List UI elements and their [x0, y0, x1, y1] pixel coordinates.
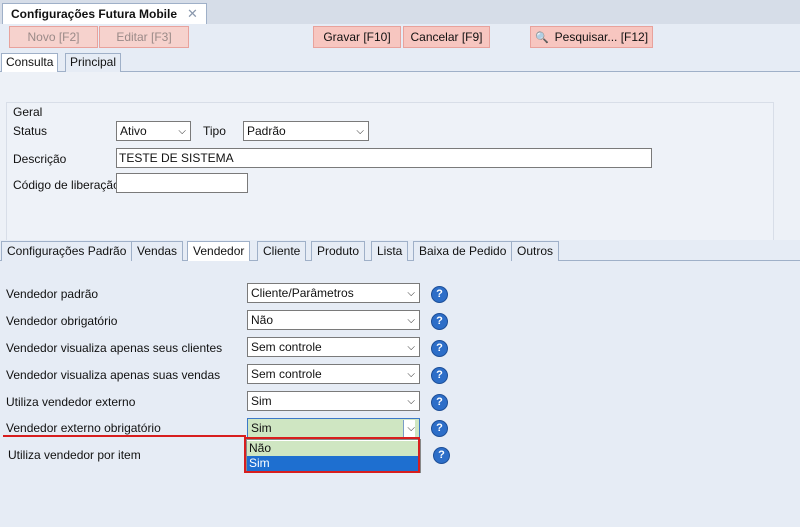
- descricao-label: Descrição: [13, 152, 67, 166]
- tab-cliente[interactable]: Cliente: [257, 241, 307, 261]
- chevron-down-icon: ⌵: [356, 126, 364, 137]
- row-label: Utiliza vendedor por item: [8, 448, 141, 462]
- tab-vendas[interactable]: Vendas: [131, 241, 184, 261]
- chevron-down-icon: ⌵: [407, 342, 415, 353]
- pesquisar-label: Pesquisar... [F12]: [554, 30, 649, 44]
- search-icon: 🔍: [534, 32, 549, 44]
- window-tab[interactable]: Configurações Futura Mobile ✕: [2, 3, 207, 25]
- highlight-underline: [3, 435, 246, 437]
- pesquisar-button[interactable]: 🔍 Pesquisar... [F12]: [530, 26, 653, 48]
- tab-produto[interactable]: Produto: [311, 241, 366, 261]
- row-label: Utiliza vendedor externo: [6, 395, 136, 409]
- row-label: Vendedor visualiza apenas suas vendas: [6, 368, 221, 382]
- help-icon[interactable]: ?: [431, 420, 448, 437]
- tipo-label: Tipo: [203, 124, 226, 138]
- geral-label: Geral: [13, 105, 43, 119]
- vendedor-padrao-select[interactable]: Cliente/Parâmetros ⌵: [247, 283, 420, 303]
- help-icon[interactable]: ?: [431, 340, 448, 357]
- cancelar-button[interactable]: Cancelar [F9]: [403, 26, 490, 48]
- config-tabs: Configurações Padrão Vendas Vendedor Cli…: [0, 240, 800, 261]
- tab-consulta[interactable]: Consulta: [1, 53, 59, 73]
- select-value: Sim: [251, 394, 272, 408]
- tab-outros[interactable]: Outros: [511, 241, 560, 261]
- select-value: Sem controle: [251, 340, 322, 354]
- editar-button[interactable]: Editar [F3]: [99, 26, 189, 48]
- gravar-button[interactable]: Gravar [F10]: [313, 26, 401, 48]
- help-icon[interactable]: ?: [431, 394, 448, 411]
- window-tab-bar: Configurações Futura Mobile ✕: [0, 0, 800, 25]
- row-label: Vendedor obrigatório: [6, 314, 118, 328]
- chevron-down-icon: ⌵: [407, 288, 415, 299]
- select-value: Sem controle: [251, 367, 322, 381]
- tab-baixa-de-pedido[interactable]: Baixa de Pedido: [413, 241, 513, 261]
- select-value: Não: [251, 313, 274, 327]
- vendedor-externo-select[interactable]: Sim ⌵: [247, 391, 420, 411]
- select-value: Sim: [251, 421, 272, 435]
- tab-configuracoes-padrao[interactable]: Configurações Padrão: [1, 241, 133, 261]
- chevron-down-icon: ⌵: [407, 396, 415, 407]
- descricao-input[interactable]: TESTE DE SISTEMA: [116, 148, 652, 168]
- tipo-select[interactable]: Padrão ⌵: [243, 121, 369, 141]
- chevron-down-icon: ⌵: [403, 420, 415, 438]
- help-icon[interactable]: ?: [433, 447, 450, 464]
- visualiza-clientes-select[interactable]: Sem controle ⌵: [247, 337, 420, 357]
- status-select[interactable]: Ativo ⌵: [116, 121, 191, 141]
- chevron-down-icon: ⌵: [407, 369, 415, 380]
- close-icon[interactable]: ✕: [187, 6, 198, 21]
- toolbar: Novo [F2] Editar [F3] Gravar [F10] Cance…: [0, 24, 800, 52]
- select-value: Cliente/Parâmetros: [251, 286, 354, 300]
- help-icon[interactable]: ?: [431, 286, 448, 303]
- tab-principal[interactable]: Principal: [65, 53, 122, 72]
- codigo-label: Código de liberação: [13, 178, 120, 192]
- window-tab-title: Configurações Futura Mobile: [11, 7, 178, 21]
- tab-vendedor[interactable]: Vendedor: [187, 241, 251, 261]
- status-value: Ativo: [120, 124, 147, 138]
- row-label: Vendedor externo obrigatório: [6, 421, 161, 435]
- main-tabs: Consulta Principal: [0, 51, 800, 73]
- highlight-box: [244, 437, 420, 473]
- status-label: Status: [13, 124, 48, 138]
- tipo-value: Padrão: [247, 124, 286, 138]
- visualiza-vendas-select[interactable]: Sem controle ⌵: [247, 364, 420, 384]
- vendedor-obrigatorio-select[interactable]: Não ⌵: [247, 310, 420, 330]
- row-label: Vendedor visualiza apenas seus clientes: [6, 341, 223, 355]
- novo-button[interactable]: Novo [F2]: [9, 26, 98, 48]
- geral-panel: Geral Status Ativo ⌵ Tipo Padrão ⌵ Descriç…: [0, 72, 800, 280]
- chevron-down-icon: ⌵: [407, 315, 415, 326]
- help-icon[interactable]: ?: [431, 313, 448, 330]
- codigo-input[interactable]: [116, 173, 248, 193]
- row-label: Vendedor padrão: [6, 287, 99, 301]
- tab-lista[interactable]: Lista: [371, 241, 409, 261]
- chevron-down-icon: ⌵: [178, 126, 186, 137]
- externo-obrigatorio-select[interactable]: Sim ⌵: [247, 418, 420, 438]
- help-icon[interactable]: ?: [431, 367, 448, 384]
